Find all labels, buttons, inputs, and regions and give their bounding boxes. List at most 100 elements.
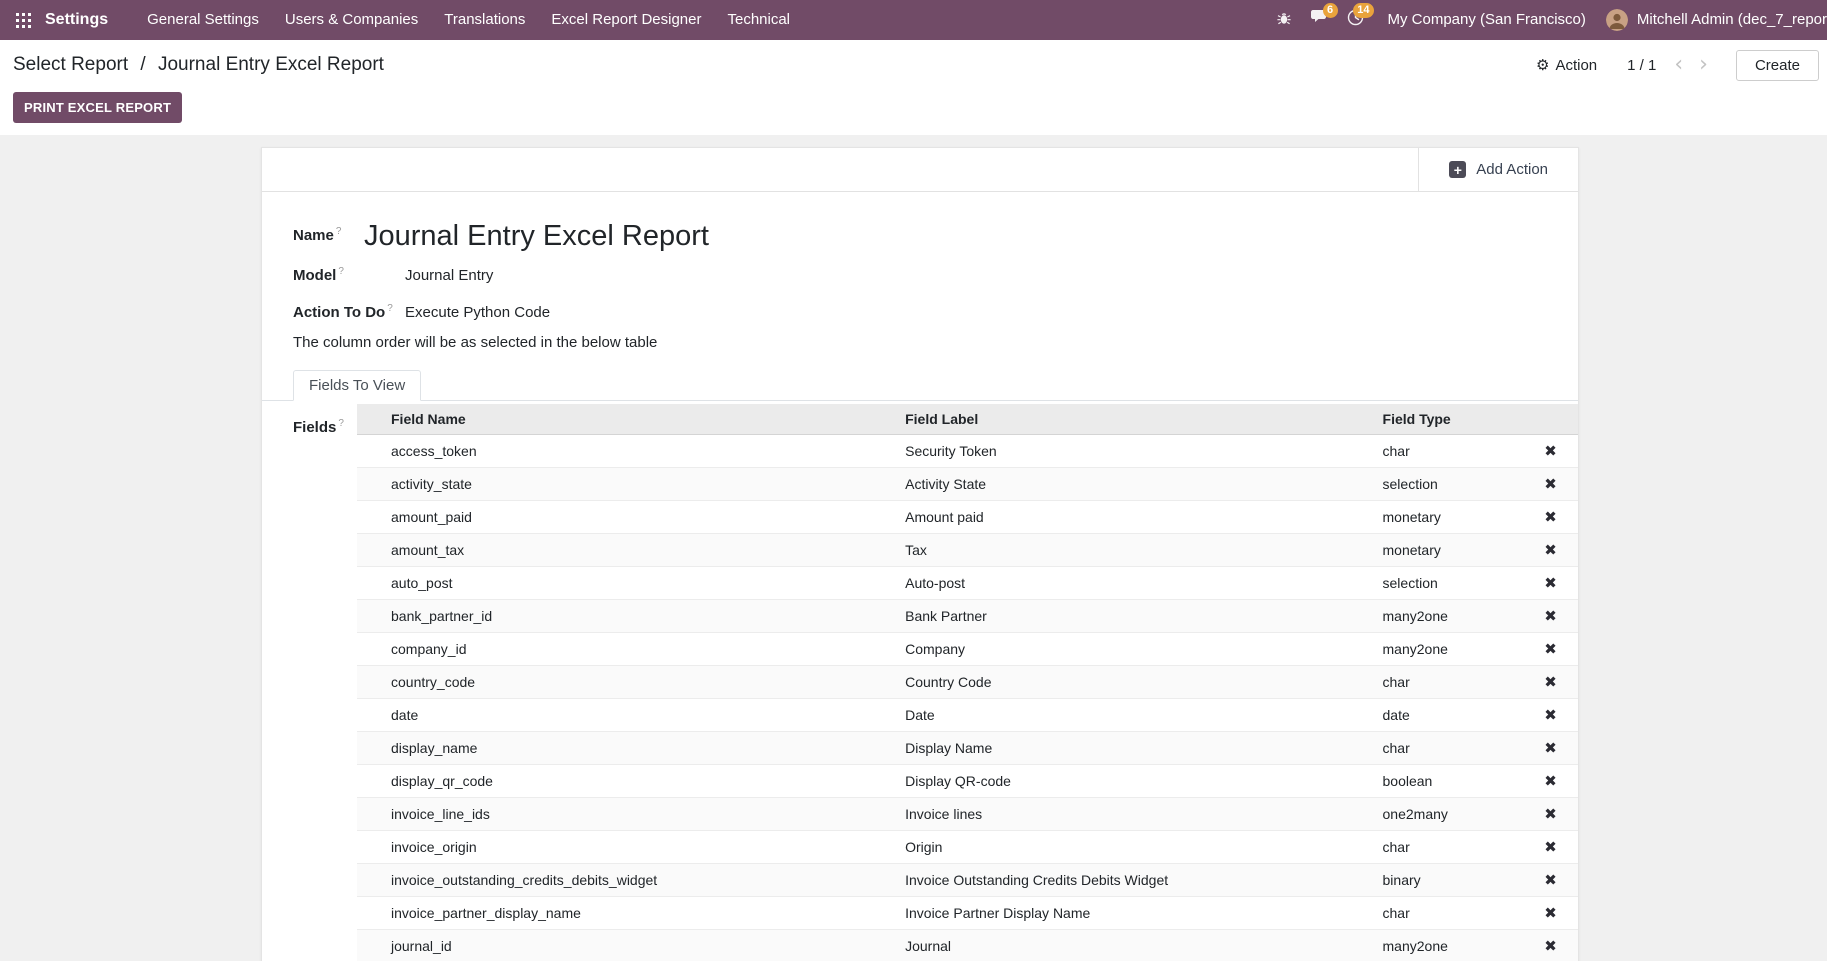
name-field-label: Name? [293, 218, 364, 244]
table-row[interactable]: date Date date ✖ [357, 699, 1578, 732]
cell-remove[interactable]: ✖ [1523, 534, 1578, 567]
cell-remove[interactable]: ✖ [1523, 765, 1578, 798]
cell-field-label: Display QR-code [899, 765, 1376, 798]
user-menu[interactable]: Mitchell Admin (dec_7_repor [1600, 0, 1827, 40]
table-row[interactable]: display_name Display Name char ✖ [357, 732, 1578, 765]
remove-row-icon[interactable]: ✖ [1544, 838, 1557, 856]
remove-row-icon[interactable]: ✖ [1544, 805, 1557, 823]
control-panel-buttons-row: PRINT EXCEL REPORT [13, 92, 1819, 123]
cell-remove[interactable]: ✖ [1523, 732, 1578, 765]
header-remove-column [1523, 404, 1578, 435]
table-row[interactable]: bank_partner_id Bank Partner many2one ✖ [357, 600, 1578, 633]
cell-remove[interactable]: ✖ [1523, 633, 1578, 666]
cell-field-name: activity_state [357, 468, 899, 501]
header-field-type[interactable]: Field Type [1377, 404, 1524, 435]
avatar[interactable] [1606, 9, 1628, 31]
remove-row-icon[interactable]: ✖ [1544, 508, 1557, 526]
cell-field-label: Company [899, 633, 1376, 666]
cell-remove[interactable]: ✖ [1523, 435, 1578, 468]
table-row[interactable]: access_token Security Token char ✖ [357, 435, 1578, 468]
cell-remove[interactable]: ✖ [1523, 666, 1578, 699]
table-row[interactable]: amount_paid Amount paid monetary ✖ [357, 501, 1578, 534]
table-row[interactable]: invoice_origin Origin char ✖ [357, 831, 1578, 864]
header-field-label[interactable]: Field Label [899, 404, 1376, 435]
navbar-menu-item[interactable]: General Settings [134, 0, 272, 40]
remove-row-icon[interactable]: ✖ [1544, 673, 1557, 691]
remove-row-icon[interactable]: ✖ [1544, 475, 1557, 493]
cell-field-name: date [357, 699, 899, 732]
remove-row-icon[interactable]: ✖ [1544, 607, 1557, 625]
cell-field-label: Security Token [899, 435, 1376, 468]
action-to-do-label: Action To Do? [293, 303, 405, 321]
cell-remove[interactable]: ✖ [1523, 567, 1578, 600]
pager-value[interactable]: 1 / 1 [1619, 57, 1664, 74]
remove-row-icon[interactable]: ✖ [1544, 640, 1557, 658]
breadcrumb-parent-link[interactable]: Select Report [13, 54, 128, 75]
table-row[interactable]: amount_tax Tax monetary ✖ [357, 534, 1578, 567]
messages-button[interactable]: 6 [1302, 0, 1338, 40]
navbar-menu-item[interactable]: Users & Companies [272, 0, 431, 40]
cell-remove[interactable]: ✖ [1523, 798, 1578, 831]
pager-next-icon[interactable]: › [1693, 55, 1714, 75]
table-row[interactable]: auto_post Auto-post selection ✖ [357, 567, 1578, 600]
table-row[interactable]: country_code Country Code char ✖ [357, 666, 1578, 699]
navbar-menu-item[interactable]: Technical [714, 0, 803, 40]
tab-fields-to-view[interactable]: Fields To View [293, 370, 421, 401]
cell-remove[interactable]: ✖ [1523, 831, 1578, 864]
cell-field-label: Tax [899, 534, 1376, 567]
fields-table-body: access_token Security Token char ✖ acti [357, 435, 1578, 961]
cell-field-name: display_qr_code [357, 765, 899, 798]
remove-row-icon[interactable]: ✖ [1544, 706, 1557, 724]
remove-row-icon[interactable]: ✖ [1544, 541, 1557, 559]
remove-row-icon[interactable]: ✖ [1544, 442, 1557, 460]
cell-remove[interactable]: ✖ [1523, 468, 1578, 501]
remove-row-icon[interactable]: ✖ [1544, 937, 1557, 955]
activities-button[interactable]: 14 [1338, 0, 1374, 40]
cell-remove[interactable]: ✖ [1523, 501, 1578, 534]
table-row[interactable]: invoice_outstanding_credits_debits_widge… [357, 864, 1578, 897]
table-row[interactable]: invoice_line_ids Invoice lines one2many … [357, 798, 1578, 831]
remove-row-icon[interactable]: ✖ [1544, 574, 1557, 592]
model-field-row: Model? Journal Entry [293, 266, 1578, 285]
cell-field-type: char [1377, 732, 1524, 765]
print-excel-report-button[interactable]: PRINT EXCEL REPORT [13, 92, 182, 123]
table-row[interactable]: journal_id Journal many2one ✖ [357, 930, 1578, 961]
cell-field-label: Invoice Outstanding Credits Debits Widge… [899, 864, 1376, 897]
table-row[interactable]: display_qr_code Display QR-code boolean … [357, 765, 1578, 798]
remove-row-icon[interactable]: ✖ [1544, 871, 1557, 889]
company-switcher[interactable]: My Company (San Francisco) [1374, 0, 1600, 40]
fields-tab-page: Fields? Field Name Field Label Field Typ… [262, 401, 1578, 961]
cell-remove[interactable]: ✖ [1523, 930, 1578, 961]
table-row[interactable]: company_id Company many2one ✖ [357, 633, 1578, 666]
remove-row-icon[interactable]: ✖ [1544, 772, 1557, 790]
user-name[interactable]: Mitchell Admin (dec_7_repor [1628, 0, 1827, 40]
model-help-icon: ? [338, 266, 344, 277]
cell-field-label: Journal [899, 930, 1376, 961]
cell-field-type: many2one [1377, 930, 1524, 961]
debug-button[interactable] [1266, 0, 1302, 40]
cell-remove[interactable]: ✖ [1523, 864, 1578, 897]
cell-remove[interactable]: ✖ [1523, 699, 1578, 732]
pager-previous-icon[interactable]: ‹ [1668, 55, 1689, 75]
current-app-name[interactable]: Settings [45, 11, 108, 29]
navbar-left: Settings General Settings Users & Compan… [16, 0, 803, 40]
action-menu-button[interactable]: ⚙ Action [1536, 57, 1597, 74]
control-panel-top-row: Select Report / Journal Entry Excel Repo… [13, 48, 1819, 82]
cell-field-label: Invoice lines [899, 798, 1376, 831]
cell-field-name: auto_post [357, 567, 899, 600]
table-row[interactable]: activity_state Activity State selection … [357, 468, 1578, 501]
cell-remove[interactable]: ✖ [1523, 897, 1578, 930]
cell-field-type: monetary [1377, 501, 1524, 534]
cell-field-type: one2many [1377, 798, 1524, 831]
navbar-menu-item[interactable]: Excel Report Designer [538, 0, 714, 40]
navbar-menu-item[interactable]: Translations [431, 0, 538, 40]
remove-row-icon[interactable]: ✖ [1544, 739, 1557, 757]
add-action-button[interactable]: + Add Action [1418, 148, 1578, 191]
apps-grid-icon[interactable] [16, 13, 31, 28]
remove-row-icon[interactable]: ✖ [1544, 904, 1557, 922]
cell-remove[interactable]: ✖ [1523, 600, 1578, 633]
create-button[interactable]: Create [1736, 50, 1819, 81]
table-row[interactable]: invoice_partner_display_name Invoice Par… [357, 897, 1578, 930]
plus-square-icon: + [1449, 161, 1466, 178]
header-field-name[interactable]: Field Name [357, 404, 899, 435]
